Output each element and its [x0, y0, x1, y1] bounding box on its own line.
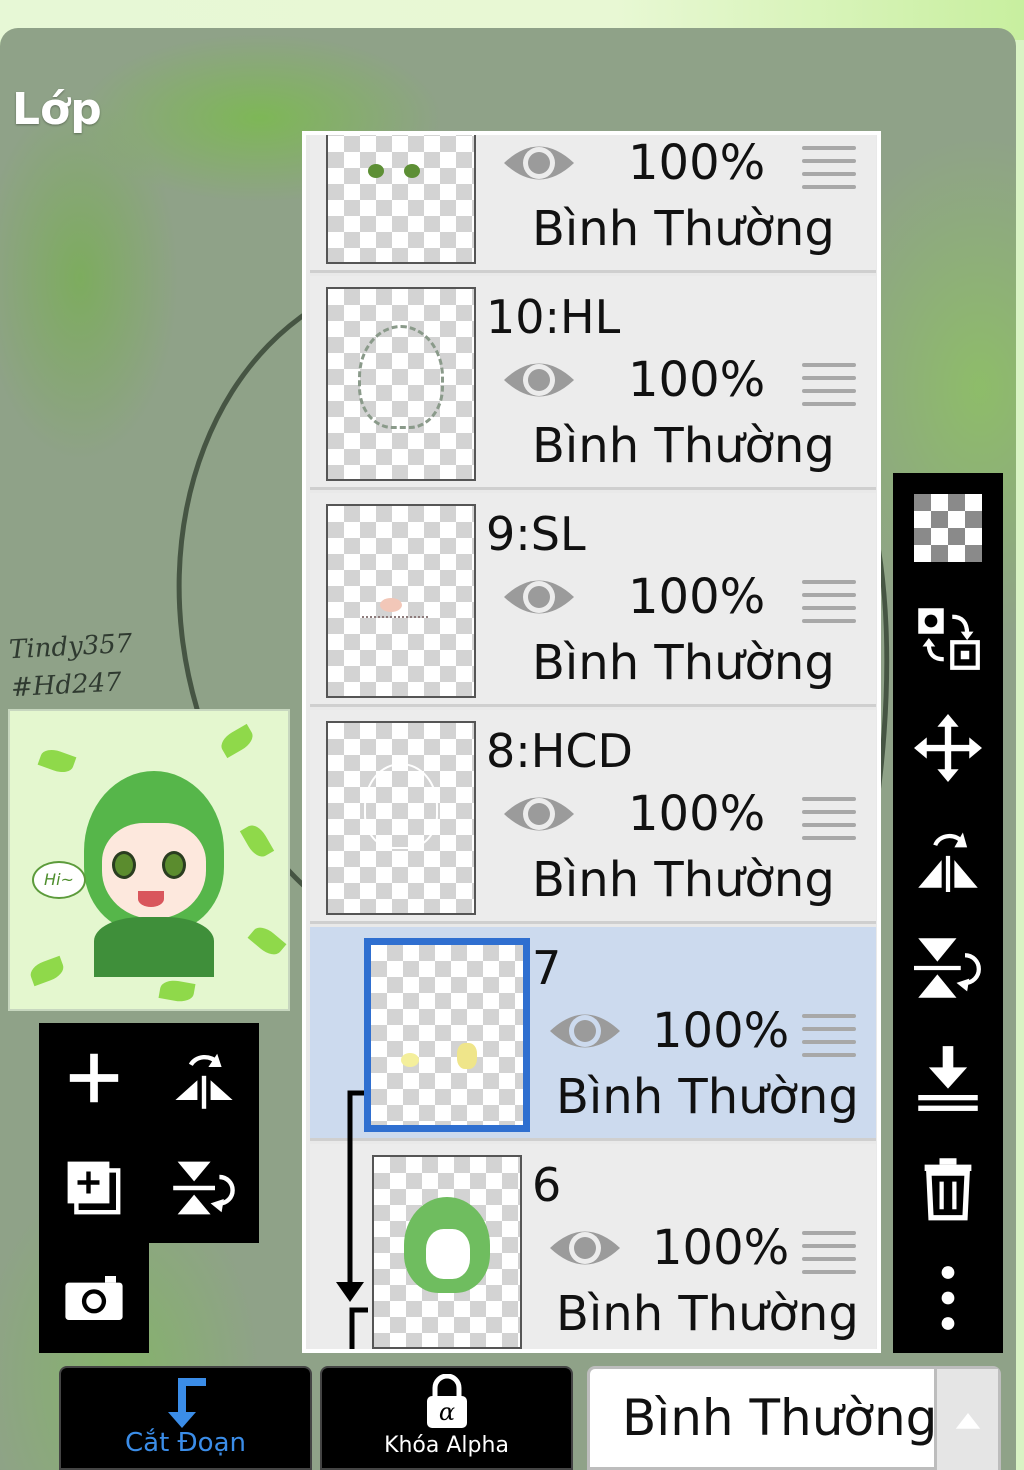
layer-opacity: 100%: [628, 135, 766, 191]
flip-layer-vertical-button[interactable]: [893, 913, 1003, 1023]
duplicate-layer-icon: [67, 1161, 121, 1215]
layer-opacity: 100%: [628, 352, 766, 408]
layer-name: 10:HL: [486, 290, 621, 344]
flip-horizontal-icon: [175, 1053, 233, 1109]
layer-name: 9:SL: [486, 507, 586, 561]
layer-thumbnail: [364, 938, 530, 1132]
flip-horizontal-button[interactable]: [149, 1023, 259, 1133]
artist-signature: Tindy357 #Hd247: [8, 628, 134, 704]
layer-tools-left-bottom: [39, 1243, 149, 1353]
layer-thumbnail: [326, 721, 476, 915]
layer-row[interactable]: 9:SL 100% Bình Thường: [310, 493, 876, 707]
clipping-button[interactable]: Cắt Đoạn: [59, 1366, 312, 1470]
drag-handle-icon[interactable]: [802, 1014, 856, 1058]
layer-opacity: 100%: [628, 786, 766, 842]
dropdown-toggle[interactable]: [934, 1369, 998, 1470]
merge-down-button[interactable]: [893, 1023, 1003, 1133]
drag-handle-icon[interactable]: [802, 580, 856, 624]
eye-icon[interactable]: [546, 1006, 624, 1056]
svg-text:α: α: [438, 1398, 454, 1426]
character-eye: [112, 851, 136, 879]
flip-layer-horizontal-button[interactable]: [893, 803, 1003, 913]
flip-vertical-button[interactable]: [149, 1133, 259, 1243]
alpha-lock-button[interactable]: α Khóa Alpha: [320, 1366, 573, 1470]
leaf-decoration: [37, 745, 77, 777]
drag-handle-icon[interactable]: [802, 146, 856, 190]
layer-list[interactable]: 100% Bình Thường 10:HL 100% Bình Thường …: [302, 131, 881, 1353]
layer-row[interactable]: 10:HL 100% Bình Thường: [310, 276, 876, 490]
move-icon: [914, 714, 982, 782]
layer-row[interactable]: 100% Bình Thường: [310, 135, 876, 273]
layer-name: 8:HCD: [486, 724, 633, 778]
layer-thumbnail: [372, 1155, 522, 1349]
layer-blend-mode: Bình Thường: [556, 1286, 859, 1342]
duplicate-layer-button[interactable]: [39, 1133, 149, 1243]
eye-icon[interactable]: [500, 789, 578, 839]
layer-opacity: 100%: [652, 1220, 790, 1276]
camera-button[interactable]: [39, 1243, 149, 1353]
lock-icon: α: [426, 1374, 467, 1428]
more-options-button[interactable]: [893, 1243, 1003, 1353]
alpha-lock-label: Khóa Alpha: [384, 1433, 509, 1458]
layer-row[interactable]: 8:HCD 100% Bình Thường: [310, 710, 876, 924]
camera-icon: [65, 1276, 123, 1320]
flip-vertical-icon: [914, 938, 981, 998]
blend-mode-select[interactable]: Bình Thường: [587, 1366, 1001, 1470]
layer-thumbnail: [326, 504, 476, 698]
clip-arrow-icon: [167, 1378, 206, 1428]
panel-title: Lớp: [12, 84, 102, 135]
leaf-decoration: [239, 821, 275, 861]
drag-handle-icon[interactable]: [802, 363, 856, 407]
chevron-up-icon: [955, 1412, 980, 1429]
transparency-button[interactable]: [893, 473, 1003, 583]
drag-handle-icon[interactable]: [802, 797, 856, 841]
swap-icon: [918, 608, 980, 670]
layer-thumbnail: [326, 135, 476, 264]
eye-icon[interactable]: [500, 355, 578, 405]
canvas-preview[interactable]: Hi~: [8, 709, 290, 1011]
move-button[interactable]: [893, 693, 1003, 803]
transparency-icon: [914, 494, 982, 562]
layer-opacity: 100%: [628, 569, 766, 625]
leaf-decoration: [217, 723, 257, 759]
leaf-decoration: [27, 955, 67, 987]
layer-blend-mode: Bình Thường: [532, 201, 835, 257]
blend-mode-value: Bình Thường: [622, 1389, 938, 1447]
merge-down-icon: [918, 1046, 978, 1111]
layer-row-selected[interactable]: 7 100% Bình Thường: [310, 927, 876, 1147]
delete-layer-button[interactable]: [893, 1133, 1003, 1243]
layer-row[interactable]: 6 100% Bình Thường: [310, 1144, 876, 1349]
layer-tools-left: [39, 1023, 259, 1243]
plus-icon: [69, 1053, 119, 1103]
eye-icon[interactable]: [500, 138, 578, 188]
flip-vertical-icon: [173, 1161, 235, 1215]
clip-arrow-icon: [336, 1144, 368, 1349]
layer-blend-mode: Bình Thường: [532, 852, 835, 908]
add-layer-button[interactable]: [39, 1023, 149, 1133]
more-vertical-icon: [941, 1266, 955, 1330]
layer-blend-mode: Bình Thường: [532, 635, 835, 691]
eye-icon[interactable]: [546, 1223, 624, 1273]
swap-button[interactable]: [893, 583, 1003, 693]
leaf-decoration: [247, 922, 287, 960]
layer-blend-mode: Bình Thường: [556, 1069, 859, 1125]
layer-tools-right: [893, 473, 1003, 1353]
layer-name: 6: [532, 1158, 562, 1212]
layer-opacity: 100%: [652, 1003, 790, 1059]
character-mouth: [138, 891, 164, 907]
trash-icon: [924, 1158, 972, 1221]
layer-name: 7: [532, 941, 562, 995]
clipping-label: Cắt Đoạn: [124, 1428, 246, 1458]
leaf-decoration: [158, 978, 196, 1004]
artist-badge: Hi~: [32, 861, 86, 899]
drag-handle-icon[interactable]: [802, 1231, 856, 1275]
layer-thumbnail: [326, 287, 476, 481]
character-body: [94, 917, 214, 977]
flip-horizontal-icon: [918, 832, 978, 892]
layer-blend-mode: Bình Thường: [532, 418, 835, 474]
eye-icon[interactable]: [500, 572, 578, 622]
character-eye: [162, 851, 186, 879]
